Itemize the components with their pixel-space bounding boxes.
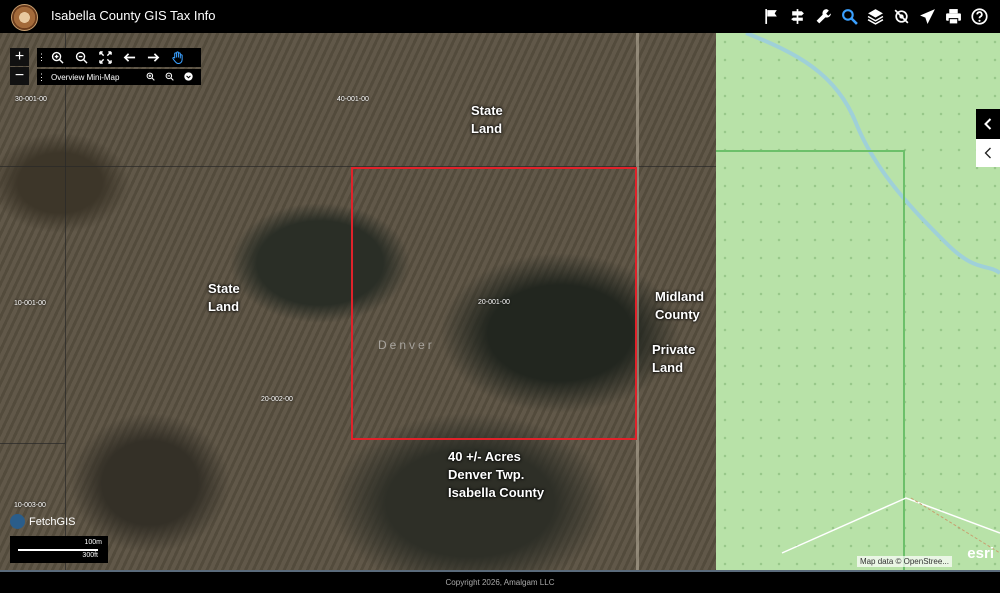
section-line — [0, 443, 65, 444]
map-canvas[interactable]: 30-001-00 40-001-00 10-001-00 20-001-00 … — [0, 33, 1000, 570]
copyright-text: Copyright 2026, Amalgam LLC — [445, 578, 555, 587]
chevron-left-icon — [984, 147, 991, 159]
drag-handle-icon[interactable]: ⋮ — [37, 52, 46, 63]
county-seal-logo — [11, 4, 38, 31]
parcel-id-label: 10-003-00 — [14, 502, 46, 509]
state-land-label: State Land — [471, 103, 503, 136]
zoom-in-box-icon[interactable] — [45, 48, 69, 67]
fetchgis-brand[interactable]: FetchGIS — [10, 514, 75, 529]
header-bar: Isabella County GIS Tax Info — [0, 0, 1000, 33]
fetchgis-brand-text: FetchGIS — [29, 515, 76, 528]
basemap-osm-area — [716, 33, 1000, 570]
side-panel-toggle-dark[interactable] — [976, 109, 1000, 139]
parcel-id-label: 20-002-00 — [261, 396, 293, 403]
help-icon[interactable] — [966, 5, 992, 27]
parcel-description-label: 40 +/- Acres Denver Twp. Isabella County — [448, 449, 545, 500]
search-icon[interactable] — [836, 5, 862, 27]
map-attribution[interactable]: Map data © OpenStree... — [856, 556, 952, 567]
side-panel-toggle-light[interactable] — [976, 139, 1000, 167]
zoom-in-button[interactable]: + — [10, 48, 29, 66]
overview-minimap-label[interactable]: Overview Mini-Map — [45, 73, 141, 82]
midland-county-label: Midland County — [655, 289, 705, 322]
send-icon[interactable] — [914, 5, 940, 27]
esri-logo: esri — [967, 545, 994, 562]
drag-handle-icon[interactable]: ⋮ — [37, 72, 46, 83]
print-icon[interactable] — [940, 5, 966, 27]
parcel-id-label: 20-001-00 — [478, 299, 510, 306]
private-land-label: Private Land — [652, 342, 696, 375]
toolbar — [758, 5, 992, 27]
wrench-icon[interactable] — [810, 5, 836, 27]
app-title: Isabella County GIS Tax Info — [51, 8, 216, 23]
parcel-id-label: 40-001-00 — [337, 96, 369, 103]
full-extent-icon[interactable] — [93, 48, 117, 67]
parcel-id-label: 30-001-00 — [15, 96, 47, 103]
zoom-out-box-icon[interactable] — [69, 48, 93, 67]
scale-bar: 100m 300ft — [10, 536, 108, 563]
minimap-zoom-out-icon[interactable] — [160, 72, 179, 83]
fetchgis-logo-icon — [10, 514, 25, 529]
pan-hand-icon[interactable] — [165, 48, 189, 67]
overview-minimap-bar: ⋮ Overview Mini-Map — [37, 69, 201, 85]
flag-icon[interactable] — [758, 5, 784, 27]
footer-bar: Copyright 2026, Amalgam LLC — [0, 570, 1000, 593]
zoom-out-button[interactable]: − — [10, 67, 29, 85]
map-nav-toolbar: ⋮ — [37, 48, 201, 67]
layers-icon[interactable] — [862, 5, 888, 27]
minimap-zoom-in-icon[interactable] — [141, 72, 160, 83]
section-line — [65, 33, 66, 570]
gps-icon[interactable] — [888, 5, 914, 27]
scale-imperial: 300ft — [82, 552, 98, 559]
signpost-icon[interactable] — [784, 5, 810, 27]
next-extent-icon[interactable] — [141, 48, 165, 67]
minimap-expand-icon[interactable] — [179, 71, 198, 83]
previous-extent-icon[interactable] — [117, 48, 141, 67]
state-land-label: State Land — [208, 281, 240, 314]
township-watermark: Denver — [378, 338, 435, 352]
scale-bar-line — [18, 549, 98, 551]
chevron-left-icon — [984, 118, 992, 130]
scale-metric: 100m — [84, 539, 102, 546]
parcel-id-label: 10-001-00 — [14, 300, 46, 307]
